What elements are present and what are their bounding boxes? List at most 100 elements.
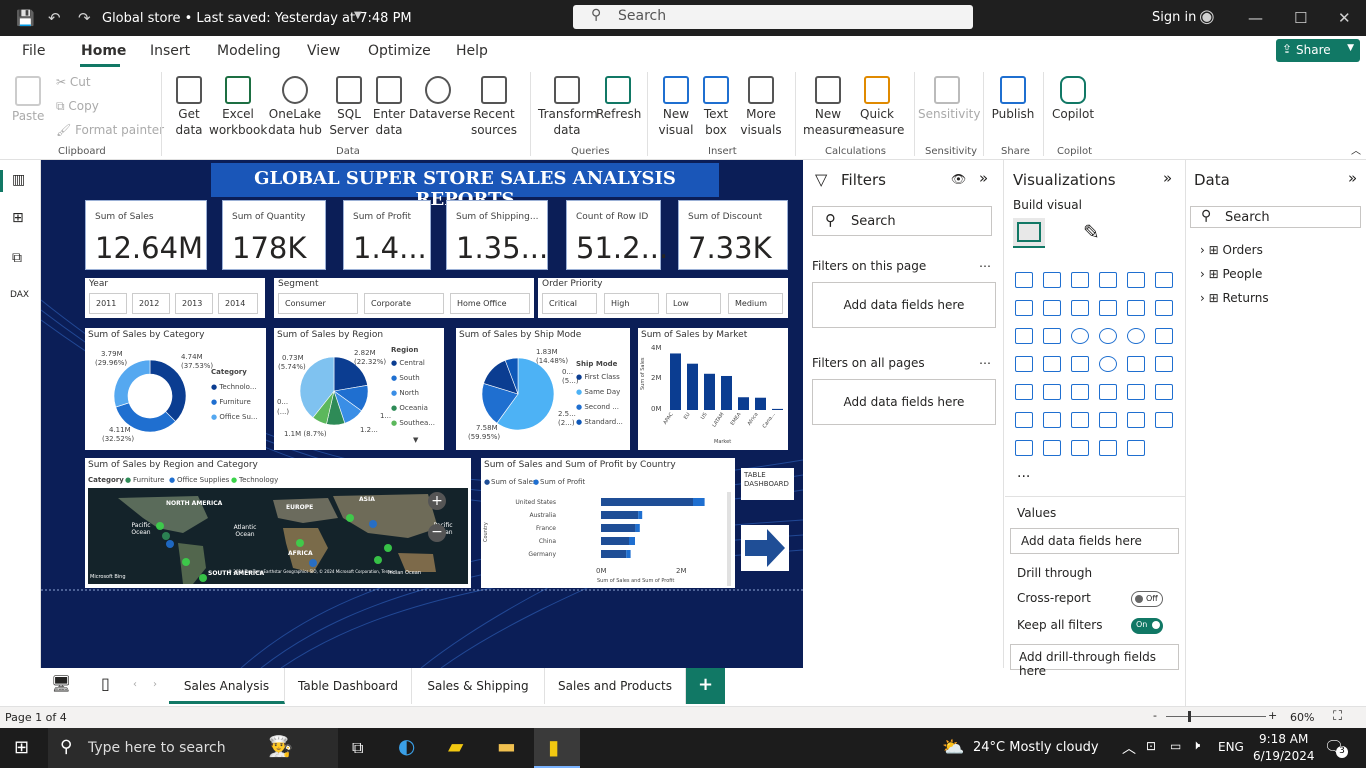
clock-time[interactable]: 9:18 AM (1259, 732, 1308, 746)
global-search[interactable]: ⚲ Search (573, 5, 973, 29)
map-sales-by-region-category[interactable]: Sum of Sales by Region and Category Cate… (85, 458, 471, 588)
clustered-bar-icon[interactable] (1071, 272, 1089, 288)
cross-report-toggle[interactable]: Off (1131, 591, 1163, 607)
enter-data-button[interactable]: Enter data (370, 76, 408, 138)
tab-sales-analysis[interactable]: Sales Analysis (169, 668, 285, 704)
collapse-pane-icon[interactable]: » (979, 169, 988, 187)
area-icon[interactable] (1043, 300, 1061, 316)
account-icon[interactable]: ◉ (1199, 6, 1215, 27)
line-column-icon[interactable] (1155, 300, 1173, 316)
zoom-out-icon[interactable]: - (1153, 709, 1157, 722)
kpi-card-shipping[interactable]: Sum of Shipping... 1.35... (446, 200, 548, 270)
collapse-pane-icon[interactable]: » (1163, 169, 1172, 187)
map-bubble[interactable] (374, 556, 382, 564)
menu-file[interactable]: File (22, 43, 45, 59)
format-painter-button[interactable]: 🖌 Format painter (56, 122, 164, 138)
narrative-icon[interactable] (1099, 412, 1117, 428)
sql-server-button[interactable]: SQL Server (328, 76, 370, 138)
menu-home[interactable]: Home (81, 43, 126, 59)
table-orders[interactable]: › ⊞ Orders (1200, 243, 1263, 257)
matrix-icon[interactable] (1099, 384, 1117, 400)
clustered-column-icon[interactable] (1099, 272, 1117, 288)
cut-button[interactable]: ✂ Cut (56, 74, 91, 90)
power-apps-icon[interactable] (1015, 440, 1033, 456)
map-bubble[interactable] (182, 558, 190, 566)
metrics-icon[interactable] (1043, 440, 1061, 456)
edge-icon[interactable]: ◐ (398, 734, 415, 758)
redo-icon[interactable]: ↷ (78, 9, 91, 27)
bar-profit[interactable] (626, 550, 631, 558)
new-measure-button[interactable]: New measure (803, 76, 855, 138)
collapse-ribbon-icon[interactable]: ︿ (1351, 142, 1361, 157)
windows-start-icon[interactable]: ⊞ (14, 737, 29, 758)
kpi-card-sales[interactable]: Sum of Sales 12.64M (85, 200, 207, 270)
slicer-item[interactable]: 2013 (175, 293, 213, 314)
diamond-icon[interactable] (1099, 440, 1117, 456)
chart-sales-by-category[interactable]: Sum of Sales by Category 3.79M (29.96%) … (85, 328, 266, 450)
filled-map-icon[interactable] (1043, 356, 1061, 372)
maximize-icon[interactable]: ☐ (1294, 9, 1307, 27)
funnel-icon[interactable] (1043, 328, 1061, 344)
dataverse-button[interactable]: Dataverse (409, 76, 471, 122)
kpi-card-quantity[interactable]: Sum of Quantity 178K (222, 200, 326, 270)
slicer-item[interactable]: Home Office (450, 293, 530, 314)
arcgis-icon[interactable] (1071, 440, 1089, 456)
eye-icon[interactable]: 👁 (951, 172, 966, 186)
copilot-button[interactable]: Copilot (1050, 76, 1096, 122)
kpi-card-discount[interactable]: Sum of Discount 7.33K (678, 200, 788, 270)
scrollbar[interactable] (727, 492, 731, 586)
trophy-icon[interactable] (1155, 412, 1173, 428)
paste-button[interactable]: Paste (12, 76, 44, 124)
publish-button[interactable]: Publish (990, 76, 1036, 122)
chart-sales-profit-by-country[interactable]: Sum of Sales and Sum of Profit by Countr… (481, 458, 735, 588)
save-icon[interactable]: 💾 (16, 9, 35, 27)
excel-workbook-button[interactable]: Excel workbook (209, 76, 267, 138)
kpi-card-profit[interactable]: Sum of Profit 1.4... (343, 200, 431, 270)
stacked-bar-icon[interactable] (1015, 272, 1033, 288)
keep-filters-toggle[interactable]: On (1131, 618, 1163, 634)
chevron-up-icon[interactable]: ︿ (1122, 738, 1136, 758)
bar-sales[interactable] (601, 524, 636, 532)
share-button[interactable]: ⇪ Share ▼ (1276, 39, 1360, 62)
more-visuals-icon[interactable]: ... (1017, 465, 1030, 481)
collapse-pane-icon[interactable]: » (1348, 169, 1357, 187)
data-search[interactable]: ⚲ Search (1190, 206, 1361, 228)
waterfall-icon[interactable] (1127, 300, 1145, 316)
zoom-out-button[interactable]: − (428, 524, 446, 542)
battery-icon[interactable]: ▭ (1170, 739, 1181, 753)
stacked-area-icon[interactable] (1071, 300, 1089, 316)
map-bubble[interactable] (156, 522, 164, 530)
qa-icon[interactable] (1071, 412, 1089, 428)
sensitivity-button[interactable]: Sensitivity (918, 76, 980, 122)
bar-sales[interactable] (601, 498, 693, 506)
bar-latam[interactable] (721, 375, 732, 410)
stacked-column-icon[interactable] (1043, 272, 1061, 288)
chart-sales-by-region[interactable]: Sum of Sales by Region 0.73M (5.74%) 2.8… (274, 328, 444, 450)
bar-eu[interactable] (687, 363, 698, 410)
bar-profit[interactable] (693, 498, 705, 506)
map-area[interactable]: NORTH AMERICA EUROPE ASIA Pacific Ocean … (88, 488, 468, 584)
ribbon-icon[interactable] (1099, 300, 1117, 316)
table-view-icon[interactable]: ⊞ (12, 210, 24, 226)
weather-text[interactable]: 24°C Mostly cloudy (973, 740, 1099, 755)
bar-sales[interactable] (601, 511, 639, 519)
r-script-icon[interactable] (1127, 384, 1145, 400)
table-dashboard-nav-button[interactable]: TABLE DASHBOARD (741, 468, 794, 500)
bar-emea[interactable] (738, 397, 749, 410)
slicer-item[interactable]: 2012 (132, 293, 170, 314)
key-influencers-icon[interactable] (1015, 412, 1033, 428)
build-visual-tab[interactable] (1013, 218, 1045, 248)
chevron-icon[interactable] (1127, 440, 1145, 456)
slicer-item[interactable]: Low (666, 293, 721, 314)
decomp-tree-icon[interactable] (1043, 412, 1061, 428)
sign-in-link[interactable]: Sign in (1152, 10, 1196, 25)
document-title[interactable]: Global store • Last saved: Yesterday at … (102, 11, 412, 26)
refresh-button[interactable]: Refresh (596, 76, 641, 122)
transform-data-button[interactable]: Transform data (538, 76, 598, 138)
language-indicator[interactable]: ENG (1218, 740, 1244, 754)
bar-apac[interactable] (670, 353, 681, 410)
bar-profit[interactable] (638, 511, 643, 519)
undo-icon[interactable]: ↶ (48, 9, 61, 27)
chevron-down-icon[interactable]: ▼ (354, 10, 362, 21)
map-bubble[interactable] (166, 540, 174, 548)
